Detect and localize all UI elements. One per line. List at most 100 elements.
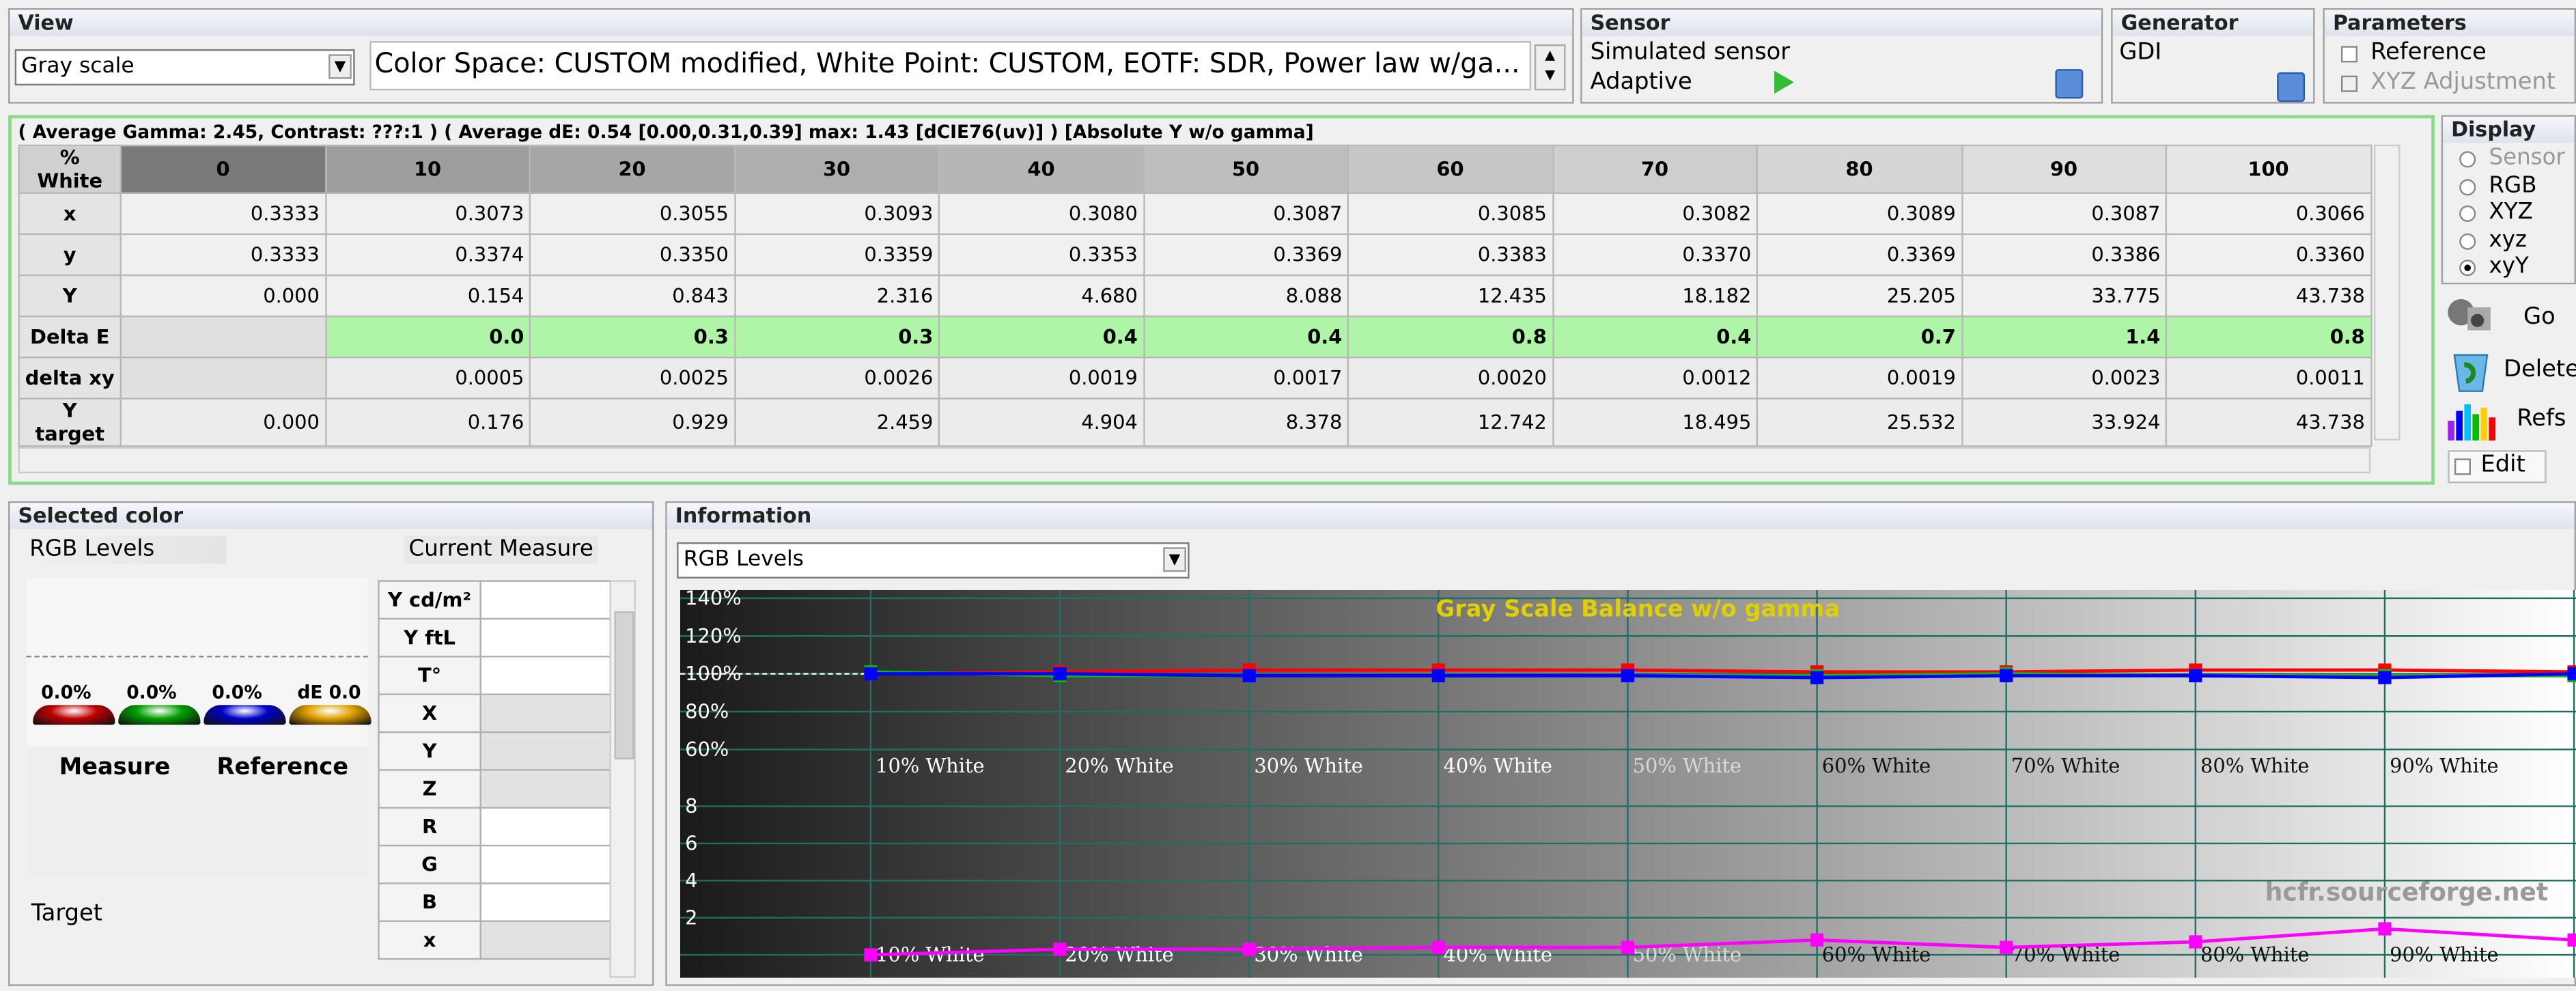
table-cell[interactable]: 0.0017: [1143, 357, 1349, 400]
table-cell[interactable]: 2.316: [733, 274, 940, 318]
table-cell[interactable]: 0.3087: [1961, 192, 2167, 236]
table-cell[interactable]: 33.775: [1961, 274, 2167, 318]
display-option-radio[interactable]: [2459, 178, 2476, 195]
table-cell[interactable]: 0.3333: [120, 192, 326, 236]
column-header[interactable]: 50: [1143, 144, 1349, 194]
display-option-radio[interactable]: [2459, 205, 2476, 222]
table-cell[interactable]: 0.0026: [733, 357, 940, 400]
table-cell[interactable]: 0.3087: [1143, 192, 1349, 236]
table-cell[interactable]: 0.3: [733, 316, 940, 359]
view-mode-select[interactable]: Gray scale ▼: [14, 49, 355, 86]
table-cell[interactable]: 0.3370: [1552, 233, 1758, 277]
table-cell[interactable]: 0.3360: [2165, 233, 2372, 277]
table-cell[interactable]: 0.3386: [1961, 233, 2167, 277]
table-cell[interactable]: 0.3080: [938, 192, 1145, 236]
table-cell[interactable]: 18.495: [1552, 397, 1758, 447]
refs-button[interactable]: Refs: [2445, 397, 2576, 447]
delete-button[interactable]: Delete: [2445, 345, 2576, 397]
table-cell[interactable]: 0.154: [324, 274, 531, 318]
table-cell[interactable]: 25.532: [1756, 397, 1963, 447]
xyz-adjustment-checkbox[interactable]: [2340, 75, 2358, 92]
table-cell[interactable]: 0.0019: [1756, 357, 1963, 400]
table-cell[interactable]: 0.4: [1143, 316, 1349, 359]
table-cell[interactable]: 0.3369: [1143, 233, 1349, 277]
generator-config-icon[interactable]: [2277, 72, 2306, 102]
sensor-config-icon[interactable]: [2055, 69, 2084, 99]
column-header[interactable]: 20: [529, 144, 736, 194]
table-cell[interactable]: 0.3085: [1347, 192, 1554, 236]
table-cell[interactable]: 2.459: [733, 397, 940, 447]
column-header[interactable]: 70: [1552, 144, 1758, 194]
table-cell[interactable]: 0.3353: [938, 233, 1145, 277]
table-cell[interactable]: 0.8: [2165, 316, 2372, 359]
table-vertical-scrollbar[interactable]: [2374, 144, 2400, 441]
table-cell[interactable]: 43.738: [2165, 397, 2372, 447]
table-cell[interactable]: 43.738: [2165, 274, 2372, 318]
table-cell[interactable]: 0.0005: [324, 357, 531, 400]
information-select[interactable]: RGB Levels ▼: [677, 542, 1190, 579]
table-cell[interactable]: 12.435: [1347, 274, 1554, 318]
chevron-down-icon[interactable]: ▼: [328, 54, 352, 79]
table-cell[interactable]: 18.182: [1552, 274, 1758, 318]
table-cell[interactable]: 0.8: [1347, 316, 1554, 359]
table-cell[interactable]: 0.0: [324, 316, 531, 359]
table-cell[interactable]: 0.4: [1552, 316, 1758, 359]
table-cell[interactable]: 4.904: [938, 397, 1145, 447]
column-header[interactable]: 30: [733, 144, 940, 194]
table-cell[interactable]: 0.0023: [1961, 357, 2167, 400]
table-cell[interactable]: 0.3: [529, 316, 736, 359]
table-cell[interactable]: 0.3073: [324, 192, 531, 236]
reference-checkbox[interactable]: [2340, 46, 2358, 63]
chevron-down-icon[interactable]: ▼: [1163, 547, 1186, 572]
measure-scrollbar-thumb[interactable]: [614, 611, 634, 759]
play-icon[interactable]: [1774, 70, 1794, 94]
table-cell[interactable]: 0.0020: [1347, 357, 1554, 400]
table-cell[interactable]: 0.929: [529, 397, 736, 447]
table-cell[interactable]: 0.3369: [1756, 233, 1963, 277]
table-cell[interactable]: 0.0011: [2165, 357, 2372, 400]
display-option-radio[interactable]: [2459, 260, 2476, 277]
column-header[interactable]: 0: [120, 144, 326, 194]
table-cell[interactable]: 0.3333: [120, 233, 326, 277]
column-header[interactable]: 100: [2165, 144, 2372, 194]
table-cell[interactable]: 0.3055: [529, 192, 736, 236]
measure-scrollbar[interactable]: [609, 580, 636, 978]
table-cell[interactable]: 8.088: [1143, 274, 1349, 318]
table-cell[interactable]: 0.3350: [529, 233, 736, 277]
table-cell[interactable]: 0.3093: [733, 192, 940, 236]
table-cell[interactable]: 0.000: [120, 274, 326, 318]
table-cell[interactable]: [120, 316, 326, 359]
table-cell[interactable]: 0.843: [529, 274, 736, 318]
table-cell[interactable]: 0.0019: [938, 357, 1145, 400]
table-cell[interactable]: 1.4: [1961, 316, 2167, 359]
edit-checkbox[interactable]: [2454, 458, 2472, 475]
table-cell[interactable]: 0.4: [938, 316, 1145, 359]
table-cell[interactable]: 0.3383: [1347, 233, 1554, 277]
table-cell[interactable]: 33.924: [1961, 397, 2167, 447]
table-cell[interactable]: 0.3089: [1756, 192, 1963, 236]
table-cell[interactable]: 0.0025: [529, 357, 736, 400]
table-cell[interactable]: [120, 357, 326, 400]
table-cell[interactable]: 12.742: [1347, 397, 1554, 447]
column-header[interactable]: 40: [938, 144, 1145, 194]
table-cell[interactable]: 0.3082: [1552, 192, 1758, 236]
table-cell[interactable]: 4.680: [938, 274, 1145, 318]
column-header[interactable]: 60: [1347, 144, 1554, 194]
table-cell[interactable]: 0.000: [120, 397, 326, 447]
table-cell[interactable]: 0.3066: [2165, 192, 2372, 236]
go-button[interactable]: Go: [2445, 292, 2576, 345]
table-cell[interactable]: 0.7: [1756, 316, 1963, 359]
column-header[interactable]: 90: [1961, 144, 2167, 194]
table-cell[interactable]: 0.0012: [1552, 357, 1758, 400]
table-cell[interactable]: 0.3359: [733, 233, 940, 277]
table-cell[interactable]: 0.176: [324, 397, 531, 447]
info-spin-button[interactable]: ▲ ▼: [1534, 44, 1566, 91]
table-cell[interactable]: 0.3374: [324, 233, 531, 277]
column-header[interactable]: 80: [1756, 144, 1963, 194]
table-cell[interactable]: 8.378: [1143, 397, 1349, 447]
display-option-radio[interactable]: [2459, 151, 2476, 168]
display-option-radio[interactable]: [2459, 232, 2476, 249]
edit-toggle[interactable]: Edit: [2448, 450, 2547, 484]
column-header[interactable]: 10: [324, 144, 531, 194]
table-cell[interactable]: 25.205: [1756, 274, 1963, 318]
